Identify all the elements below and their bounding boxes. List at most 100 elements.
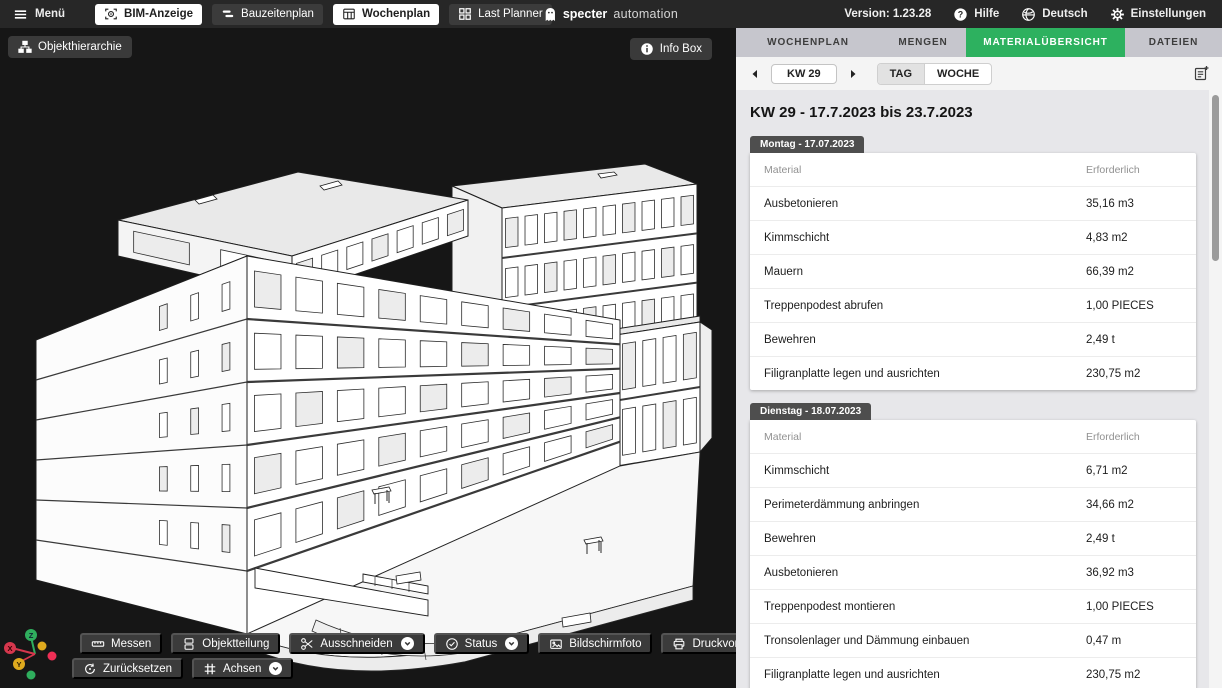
required-quantity: 6,71 m2	[1086, 465, 1182, 477]
scissors-icon	[300, 637, 314, 651]
tab-dateien[interactable]: DATEIEN	[1125, 28, 1222, 57]
main-nav: BIM-Anzeige Bauzeitenplan Wochenplan Las…	[95, 4, 552, 25]
material-name: Filigranplatte legen und ausrichten	[764, 368, 1086, 380]
axis-neg-z-ball[interactable]	[27, 671, 36, 680]
ausschneiden-dropdown[interactable]	[401, 637, 414, 650]
table-header-row: Material Erforderlich	[750, 420, 1196, 453]
chevron-down-icon	[403, 639, 412, 648]
ausschneiden-button[interactable]: Ausschneiden	[289, 633, 424, 654]
material-name: Treppenpodest abrufen	[764, 300, 1086, 312]
top-bar: Menü BIM-Anzeige Bauzeitenplan Wochenpla…	[0, 0, 1222, 28]
required-quantity: 230,75 m2	[1086, 368, 1182, 380]
axes-grid-icon	[203, 662, 217, 676]
material-name: Treppenpodest montieren	[764, 601, 1086, 613]
table-body: Kimmschicht6,71 m2Perimeterdämmung anbri…	[750, 453, 1196, 688]
material-row: Treppenpodest montieren1,00 PIECES	[750, 589, 1196, 623]
svg-text:X: X	[7, 644, 12, 653]
chevron-down-icon	[507, 639, 516, 648]
material-name: Kimmschicht	[764, 465, 1086, 477]
day-chip: Dienstag - 18.07.2023	[750, 403, 871, 420]
nav-last-planner[interactable]: Last Planner	[449, 4, 552, 25]
ruler-icon	[91, 637, 105, 651]
help-label: Hilfe	[974, 8, 999, 20]
material-row: Ausbetonieren35,16 m3	[750, 186, 1196, 220]
button-label: Bildschirmfoto	[569, 638, 641, 650]
nav-bim-anzeige[interactable]: BIM-Anzeige	[95, 4, 202, 25]
nav-label: Wochenplan	[362, 8, 430, 20]
nav-bauzeitenplan[interactable]: Bauzeitenplan	[212, 4, 323, 25]
bim-model-3d[interactable]	[0, 28, 736, 688]
info-box-button[interactable]: Info Box	[630, 38, 712, 60]
chevron-down-icon	[271, 664, 280, 673]
object-hierarchy-button[interactable]: Objekthierarchie	[8, 36, 132, 58]
button-label: Druckvorschau	[692, 638, 736, 650]
material-name: Kimmschicht	[764, 232, 1086, 244]
achsen-button[interactable]: Achsen	[192, 658, 293, 679]
button-label: Ausschneiden	[320, 638, 392, 650]
messen-button[interactable]: Messen	[80, 633, 162, 654]
axis-neg-y-ball[interactable]	[38, 642, 47, 651]
week-selector-button[interactable]: KW 29	[771, 64, 837, 84]
day-chip-label: Montag - 17.07.2023	[760, 139, 854, 150]
tab-wochenplan[interactable]: WOCHENPLAN	[736, 28, 880, 57]
table-header-row: Material Erforderlich	[750, 153, 1196, 186]
day-week-toggle: TAG WOCHE	[877, 63, 993, 85]
material-name: Filigranplatte legen und ausrichten	[764, 669, 1086, 681]
logo-brand: specter	[563, 7, 607, 21]
next-week-button[interactable]	[846, 67, 860, 81]
druckvorschau-button[interactable]: Druckvorschau	[661, 633, 736, 654]
toggle-tag[interactable]: TAG	[878, 64, 925, 84]
help-button[interactable]: ? Hilfe	[953, 7, 999, 22]
toggle-woche[interactable]: WOCHE	[925, 64, 991, 84]
tab-mengen[interactable]: MENGEN	[880, 28, 966, 57]
status-dropdown[interactable]	[505, 637, 518, 650]
objektteilung-button[interactable]: Objektteilung	[171, 633, 280, 654]
status-button[interactable]: Status	[434, 633, 530, 654]
gear-icon	[1110, 7, 1125, 22]
object-hierarchy-label: Objekthierarchie	[38, 41, 122, 53]
menu-button[interactable]: Menü	[0, 7, 65, 22]
column-header-required: Erforderlich	[1086, 164, 1182, 176]
settings-label: Einstellungen	[1131, 8, 1206, 20]
panel-tabs: WOCHENPLAN MENGEN MATERIALÜBERSICHT DATE…	[736, 28, 1222, 57]
panel-scrollbar[interactable]	[1209, 57, 1222, 688]
hamburger-icon	[13, 7, 28, 22]
logo-suffix: automation	[613, 7, 678, 21]
tab-materialuebersicht[interactable]: MATERIALÜBERSICHT	[966, 28, 1125, 57]
zuruecksetzen-button[interactable]: Zurücksetzen	[72, 658, 183, 679]
settings-button[interactable]: Einstellungen	[1110, 7, 1206, 22]
material-name: Bewehren	[764, 334, 1086, 346]
button-label: Status	[465, 638, 498, 650]
material-row: Treppenpodest abrufen1,00 PIECES	[750, 288, 1196, 322]
language-button[interactable]: Deutsch	[1021, 7, 1087, 22]
material-overview-content: KW 29 - 17.7.2023 bis 23.7.2023 Montag -…	[736, 90, 1222, 688]
achsen-dropdown[interactable]	[269, 662, 282, 675]
axis-neg-x-ball[interactable]	[48, 652, 57, 661]
button-label: Messen	[111, 638, 151, 650]
gantt-icon	[221, 7, 235, 21]
required-quantity: 2,49 t	[1086, 334, 1182, 346]
info-icon	[640, 42, 654, 56]
bim-viewport[interactable]: Objekthierarchie Info Box Z X Y Messen O…	[0, 28, 736, 688]
side-panel: WOCHENPLAN MENGEN MATERIALÜBERSICHT DATE…	[736, 28, 1222, 688]
nav-label: Last Planner	[478, 8, 543, 20]
export-report-button[interactable]	[1193, 65, 1210, 82]
material-row: Ausbetonieren36,92 m3	[750, 555, 1196, 589]
required-quantity: 230,75 m2	[1086, 669, 1182, 681]
previous-week-button[interactable]	[748, 67, 762, 81]
version-label: Version: 1.23.28	[844, 8, 931, 20]
topbar-right: Version: 1.23.28 ? Hilfe Deutsch Einstel…	[844, 7, 1222, 22]
printer-icon	[672, 637, 686, 651]
material-name: Ausbetonieren	[764, 198, 1086, 210]
reset-view-icon	[83, 662, 97, 676]
svg-text:?: ?	[958, 9, 963, 19]
panel-scrollbar-thumb[interactable]	[1212, 95, 1219, 261]
bildschirmfoto-button[interactable]: Bildschirmfoto	[538, 633, 652, 654]
axis-gizmo[interactable]: Z X Y	[2, 624, 64, 688]
nav-wochenplan[interactable]: Wochenplan	[333, 4, 439, 25]
object-split-icon	[182, 637, 196, 651]
material-table: Material Erforderlich Ausbetonieren35,16…	[750, 153, 1196, 390]
week-calendar-icon	[342, 7, 356, 21]
material-name: Mauern	[764, 266, 1086, 278]
button-label: Achsen	[223, 663, 261, 675]
